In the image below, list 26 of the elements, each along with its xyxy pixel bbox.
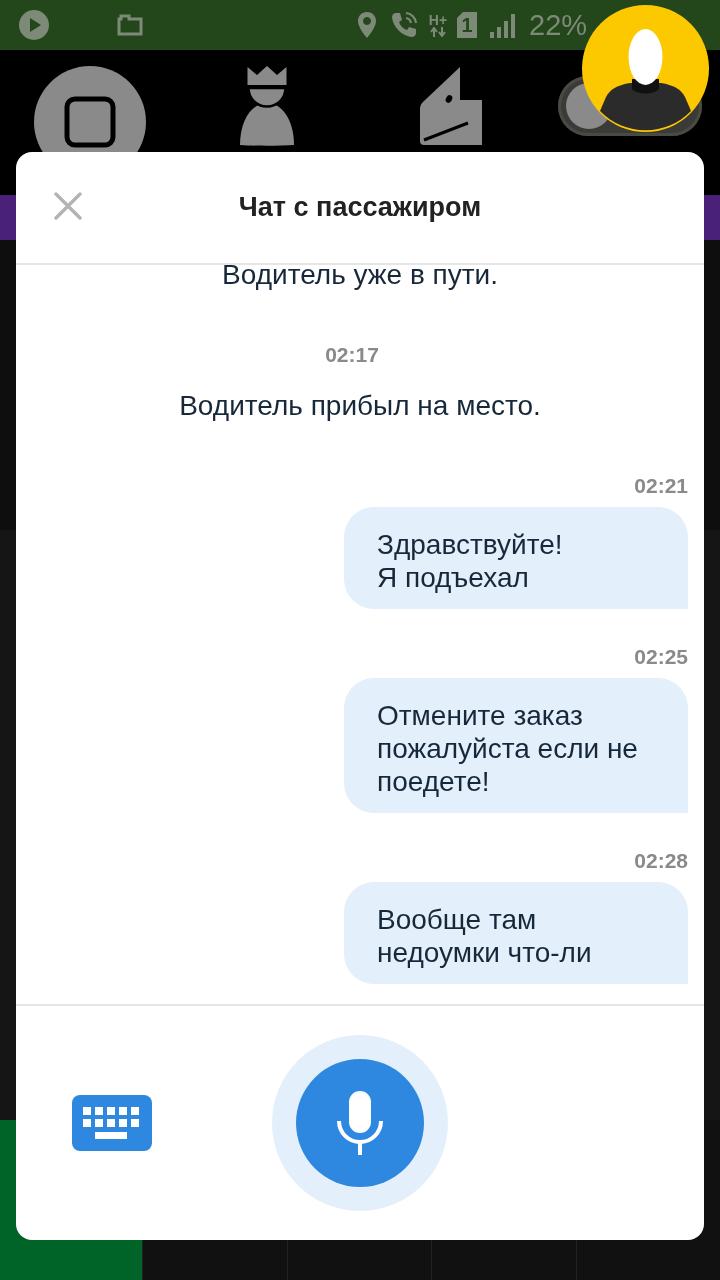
wallet-icon[interactable]	[420, 67, 482, 145]
crowned-person-icon[interactable]	[240, 66, 294, 146]
location-pin-icon	[357, 11, 377, 39]
keyboard-button[interactable]	[72, 1095, 152, 1151]
system-message: Водитель уже в пути.	[221, 265, 498, 290]
close-icon	[54, 191, 82, 220]
dialog-title: Чат с пассажиром	[237, 192, 483, 223]
play-circle-icon	[18, 9, 50, 41]
message-time: 02:17	[325, 343, 379, 367]
battery-percent: 22%	[529, 8, 588, 42]
message-bubble: Здравствуйте! Я подъехал	[344, 507, 688, 609]
folder-icon	[117, 14, 143, 36]
message-bubble: Отмените заказ пожалуйста если не поедете!	[344, 678, 688, 813]
message-bubble: Вообще там недоумки что-ли	[344, 882, 688, 984]
phone-call-icon	[390, 11, 418, 39]
message-time: 02:28	[634, 849, 688, 873]
network-type: H+	[428, 13, 448, 27]
message-time: 02:21	[634, 474, 688, 498]
signal-icon	[489, 12, 517, 38]
data-arrows-icon	[430, 27, 446, 37]
stop-icon	[64, 96, 116, 148]
message-time: 02:25	[634, 645, 688, 669]
system-message: Водитель прибыл на место.	[178, 391, 541, 421]
keyboard-icon	[72, 1095, 152, 1151]
microphone-icon	[337, 1091, 383, 1155]
sim-indicator: 1	[457, 12, 477, 38]
